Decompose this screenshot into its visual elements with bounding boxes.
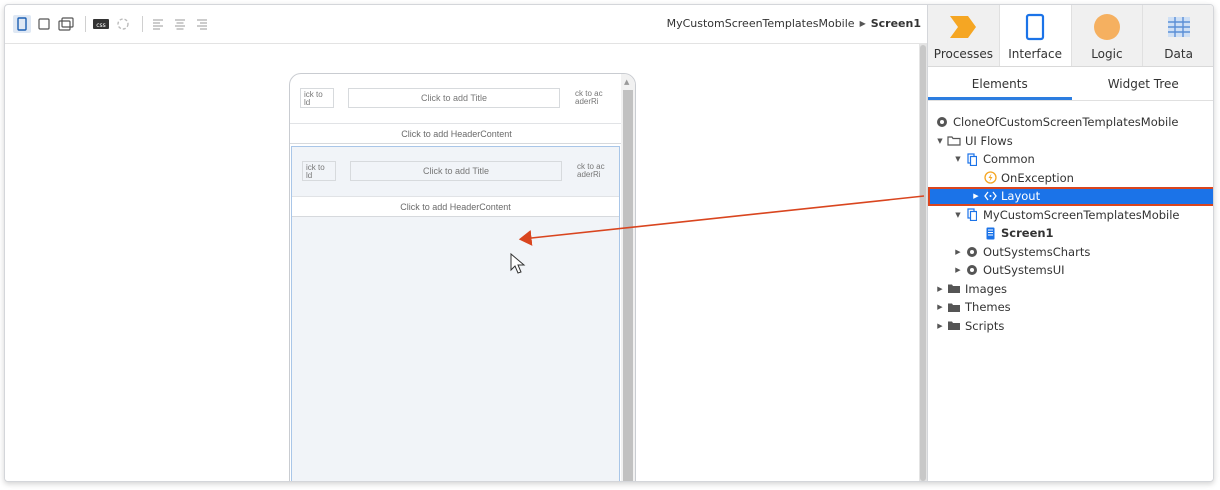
service-studio-window: css MyCustomScreenTemplatesMobile ▶ Scre…: [4, 4, 1214, 482]
tab-data[interactable]: Data: [1143, 5, 1213, 66]
header-content-placeholder[interactable]: Click to add HeaderContent: [292, 197, 619, 217]
right-panel: Processes Interface Logic Data Elements …: [927, 5, 1214, 481]
chevron-right-icon[interactable]: ▶: [934, 285, 946, 293]
screen-icon: [982, 226, 998, 240]
phone-view-icon[interactable]: [13, 15, 31, 33]
tree-node-screen1[interactable]: Screen1: [928, 224, 1213, 243]
tree-node-label: CloneOfCustomScreenTemplatesMobile: [953, 115, 1179, 130]
tree-node-ui-flows[interactable]: ▼ UI Flows: [928, 132, 1213, 151]
data-icon: [1167, 13, 1191, 41]
folder-icon: [946, 300, 962, 314]
folder-icon: [946, 319, 962, 333]
folder-open-icon: [946, 134, 962, 148]
processes-icon: [948, 13, 978, 41]
canvas-scrollbar[interactable]: [919, 43, 927, 481]
tree-node-images[interactable]: ▶ Images: [928, 280, 1213, 299]
tree-node-themes[interactable]: ▶ Themes: [928, 298, 1213, 317]
block-icon: [982, 189, 998, 203]
tree-node-mycustomscreentemplatesmobile[interactable]: ▼ MyCustomScreenTemplatesMobile: [928, 206, 1213, 225]
folder-icon: [946, 282, 962, 296]
toolbar-divider: [85, 16, 86, 32]
preview-scrollbar-thumb[interactable]: [623, 90, 633, 481]
tab-elements[interactable]: Elements: [928, 67, 1072, 100]
tree-node-scripts[interactable]: ▶ Scripts: [928, 317, 1213, 336]
tree-node-module[interactable]: CloneOfCustomScreenTemplatesMobile: [928, 113, 1213, 132]
tab-widget-tree[interactable]: Widget Tree: [1072, 67, 1214, 100]
tab-label: Interface: [1008, 47, 1062, 61]
tree-node-label: Common: [983, 152, 1035, 167]
header-right-placeholder[interactable]: ck to ac aderRi: [577, 161, 619, 181]
flow-icon: [964, 152, 980, 166]
tree-node-onexception[interactable]: OnException: [928, 169, 1213, 188]
tree-node-common[interactable]: ▼ Common: [928, 150, 1213, 169]
title-placeholder[interactable]: Click to add Title: [348, 88, 560, 108]
tab-processes[interactable]: Processes: [928, 5, 1000, 66]
chevron-down-icon[interactable]: ▼: [952, 211, 964, 219]
tree-node-layout[interactable]: ▶ Layout: [928, 187, 1213, 206]
tab-interface[interactable]: Interface: [999, 5, 1072, 66]
align-left-icon[interactable]: [149, 15, 167, 33]
tree-node-outsystemscharts[interactable]: ▶ OutSystemsCharts: [928, 243, 1213, 262]
module-icon: [934, 115, 950, 129]
tree-node-label: Layout: [1001, 189, 1041, 204]
tree-node-label: OutSystemsCharts: [983, 244, 1091, 259]
interface-icon: [1025, 13, 1045, 41]
tree-node-label: OutSystemsUI: [983, 263, 1065, 278]
panel-subtabs: Elements Widget Tree: [928, 67, 1214, 101]
tab-label: Processes: [933, 47, 993, 61]
chevron-right-icon[interactable]: ▶: [934, 322, 946, 330]
css-icon[interactable]: css: [92, 15, 110, 33]
mobile-screen-preview[interactable]: ick to ld Click to add Title ck to ac ad…: [289, 73, 636, 481]
canvas-scrollbar-thumb[interactable]: [920, 45, 926, 481]
chevron-right-icon[interactable]: ▶: [934, 303, 946, 311]
chevron-right-icon[interactable]: ▶: [952, 266, 964, 274]
scroll-up-icon[interactable]: ▲: [624, 78, 629, 86]
tree-node-label: OnException: [1001, 170, 1074, 185]
canvas-toolbar: css MyCustomScreenTemplatesMobile ▶ Scre…: [5, 5, 925, 43]
tab-label: Data: [1164, 47, 1193, 61]
tab-label: Logic: [1091, 47, 1123, 61]
tree-node-label: Themes: [965, 300, 1011, 315]
header-left-placeholder[interactable]: ick to ld: [300, 88, 334, 108]
chevron-down-icon[interactable]: ▼: [934, 137, 946, 145]
widget-tree-toggle-icon[interactable]: [114, 15, 132, 33]
module-icon: [964, 245, 980, 259]
tree-node-label: UI Flows: [965, 133, 1013, 148]
align-center-icon[interactable]: [171, 15, 189, 33]
align-right-icon[interactable]: [193, 15, 211, 33]
tab-logic[interactable]: Logic: [1072, 5, 1144, 66]
preview-scrollbar[interactable]: ▲: [621, 74, 635, 481]
breadcrumb-separator-icon: ▶: [859, 19, 866, 28]
elements-tree: CloneOfCustomScreenTemplatesMobile ▼ UI …: [928, 113, 1213, 336]
svg-text:css: css: [96, 22, 106, 29]
header-right-placeholder[interactable]: ck to ac aderRi: [575, 88, 617, 108]
tree-node-label: MyCustomScreenTemplatesMobile: [983, 207, 1180, 222]
header-row[interactable]: ick to ld Click to add Title ck to ac ad…: [292, 147, 619, 197]
logic-icon: [1093, 13, 1121, 41]
chevron-right-icon[interactable]: ▶: [952, 248, 964, 256]
tablet-view-icon[interactable]: [35, 15, 53, 33]
layer-tabs: Processes Interface Logic Data: [928, 5, 1213, 67]
tree-node-outsystemsui[interactable]: ▶ OutSystemsUI: [928, 261, 1213, 280]
flow-icon: [964, 208, 980, 222]
tree-node-label: Screen1: [1001, 226, 1054, 241]
tree-node-label: Images: [965, 281, 1008, 296]
tree-node-label: Scripts: [965, 318, 1005, 333]
tablet-landscape-view-icon[interactable]: [57, 15, 75, 33]
breadcrumb: MyCustomScreenTemplatesMobile ▶ Screen1: [667, 17, 921, 30]
breadcrumb-module[interactable]: MyCustomScreenTemplatesMobile: [667, 17, 855, 30]
exception-handler-icon: [982, 171, 998, 185]
toolbar-divider: [142, 16, 143, 32]
header-content-placeholder[interactable]: Click to add HeaderContent: [290, 124, 623, 144]
header-row[interactable]: ick to ld Click to add Title ck to ac ad…: [290, 74, 623, 124]
chevron-right-icon[interactable]: ▶: [970, 192, 982, 200]
module-icon: [964, 263, 980, 277]
header-left-placeholder[interactable]: ick to ld: [302, 161, 336, 181]
chevron-down-icon[interactable]: ▼: [952, 155, 964, 163]
breadcrumb-screen[interactable]: Screen1: [871, 17, 921, 30]
title-placeholder[interactable]: Click to add Title: [350, 161, 562, 181]
layout-drop-area[interactable]: ick to ld Click to add Title ck to ac ad…: [291, 146, 620, 481]
